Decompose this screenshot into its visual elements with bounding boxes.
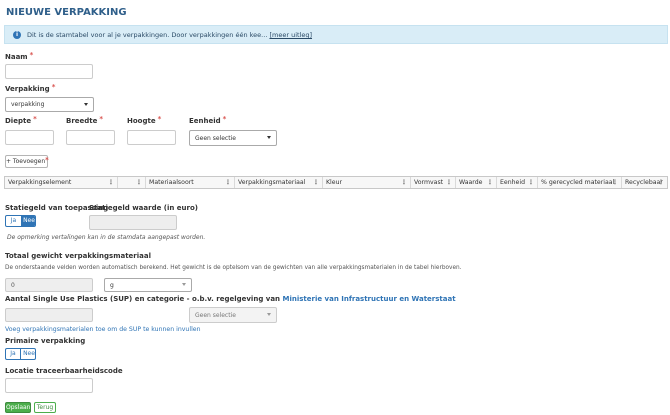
statiegeld-ja-option[interactable]: Ja (6, 216, 21, 226)
chevron-down-icon (84, 102, 88, 106)
column-header[interactable]: Verpakkingselement ⋮ (5, 177, 118, 188)
sup-category-select: Geen selectie (189, 307, 277, 323)
info-text: Dit is de stamtabel voor al je verpakkin… (27, 31, 312, 39)
add-button[interactable]: + Toevoegen* (5, 155, 49, 168)
chevron-down-icon (267, 136, 271, 139)
info-message: Dit is de stamtabel voor al je verpakkin… (27, 31, 268, 39)
column-header[interactable]: Materiaalsoort ⋮ (146, 177, 235, 188)
verpakking-label: Verpakking * (5, 83, 56, 93)
column-header[interactable]: Recyclebaar ⋮ (622, 177, 667, 188)
hoogte-label: Hoogte * (127, 115, 162, 125)
naam-label: Naam * (5, 51, 34, 61)
chevron-down-icon (267, 313, 271, 316)
breedte-input[interactable] (66, 130, 115, 145)
primaire-ja-option[interactable]: Ja (6, 349, 21, 359)
locatie-input[interactable] (5, 378, 93, 393)
sup-hint[interactable]: Voeg verpakkingsmaterialen toe om de SUP… (5, 326, 201, 333)
save-button[interactable]: Opslaan (5, 402, 31, 413)
packaging-table-header: Verpakkingselement ⋮ ⋮ Materiaalsoort ⋮ Ve… (4, 176, 668, 189)
column-menu-icon[interactable]: ⋮ (108, 177, 114, 188)
column-header[interactable]: ⋮ (118, 177, 146, 188)
sup-category-value: Geen selectie (195, 312, 236, 319)
statiegeld-value-input (89, 215, 177, 230)
column-menu-icon[interactable]: ⋮ (401, 177, 407, 188)
column-header[interactable]: % gerecycled materiaal ⋮ (538, 177, 622, 188)
diepte-input[interactable] (5, 130, 54, 145)
column-menu-icon[interactable]: ⋮ (225, 177, 231, 188)
info-icon: i (13, 31, 21, 39)
ministerie-link[interactable]: Ministerie van Infrastructuur en Waterst… (282, 295, 455, 303)
gewicht-value-input: 0 (5, 278, 93, 292)
column-menu-icon[interactable]: ⋮ (446, 177, 452, 188)
statiegeld-nee-option[interactable]: Nee (21, 216, 35, 226)
page-title: NIEUWE VERPAKKING (6, 7, 127, 18)
column-menu-icon[interactable]: ⋮ (658, 177, 664, 188)
column-menu-icon[interactable]: ⋮ (487, 177, 493, 188)
primaire-toggle[interactable]: Ja Nee (5, 348, 36, 360)
sup-count-input (5, 308, 93, 322)
column-header[interactable]: Verpakkingsmateriaal ⋮ (235, 177, 323, 188)
column-header[interactable]: Kleur ⋮ (323, 177, 411, 188)
locatie-label: Locatie traceerbaarheidscode (5, 367, 123, 375)
column-menu-icon[interactable]: ⋮ (136, 177, 142, 188)
eenheid-label: Eenheid * (189, 115, 227, 125)
eenheid-select-value: Geen selectie (195, 135, 236, 142)
column-menu-icon[interactable]: ⋮ (612, 177, 618, 188)
add-button-label: + Toevoegen (6, 158, 46, 165)
more-info-link[interactable]: [meer uitleg] (269, 31, 312, 39)
gewicht-unit-value: g (110, 282, 114, 289)
back-button[interactable]: Terug (34, 402, 56, 413)
column-header[interactable]: Eenheid ⋮ (497, 177, 538, 188)
statiegeld-note: De opmerking vertalingen kan in de stamd… (7, 234, 206, 241)
diepte-label: Diepte * (5, 115, 37, 125)
column-header[interactable]: Waarde ⋮ (456, 177, 497, 188)
column-header[interactable]: Vormvast ⋮ (411, 177, 456, 188)
primaire-nee-option[interactable]: Nee (21, 349, 35, 359)
gewicht-label: Totaal gewicht verpakkingsmateriaal (5, 252, 152, 260)
column-menu-icon[interactable]: ⋮ (528, 177, 534, 188)
breedte-label: Breedte * (66, 115, 104, 125)
gewicht-note: De onderstaande velden worden automatisc… (5, 265, 462, 271)
info-banner: i Dit is de stamtabel voor al je verpakk… (4, 25, 668, 44)
statiegeld-toggle[interactable]: Ja Nee (5, 215, 36, 227)
eenheid-select[interactable]: Geen selectie (189, 130, 277, 146)
verpakking-select-value: verpakking (11, 101, 45, 108)
hoogte-input[interactable] (127, 130, 176, 145)
verpakking-select[interactable]: verpakking (5, 97, 94, 112)
primaire-label: Primaire verpakking (5, 337, 86, 345)
column-menu-icon[interactable]: ⋮ (313, 177, 319, 188)
chevron-down-icon (182, 283, 186, 286)
naam-input[interactable] (5, 64, 93, 79)
statiegeld-value-label: Statiegeld waarde (in euro) (89, 204, 198, 212)
gewicht-unit-select[interactable]: g (104, 278, 192, 292)
sup-label: Aantal Single Use Plastics (SUP) en cate… (5, 295, 456, 303)
